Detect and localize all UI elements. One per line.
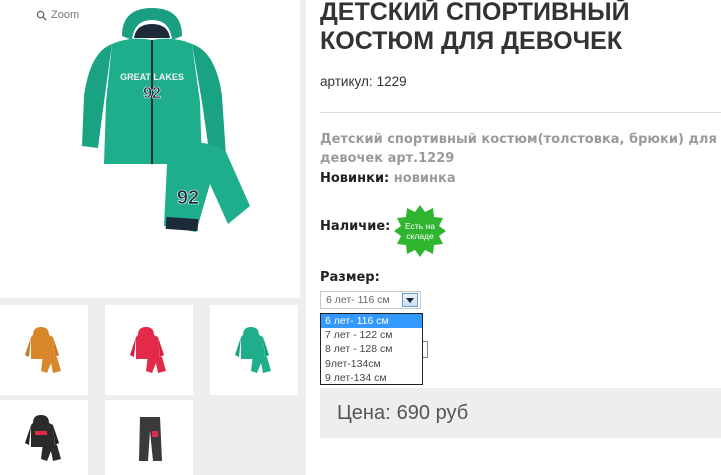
new-label: Новинки: <box>320 171 390 186</box>
size-select[interactable]: 6 лет- 116 см <box>320 291 421 309</box>
main-product-image[interactable]: Zoom GREAT LAKES 92 92 <box>0 0 300 298</box>
new-row: Новинки: новинка <box>320 171 456 186</box>
size-option[interactable]: 7 лет - 122 см <box>321 328 422 342</box>
divider <box>320 112 721 113</box>
availability-label: Наличие: <box>320 219 391 234</box>
size-option[interactable]: 6 лет- 116 см <box>321 314 422 329</box>
size-label: Размер: <box>320 270 380 285</box>
size-option[interactable]: 9 лет-134 см <box>321 371 422 385</box>
red-tracksuit-thumbnail <box>130 327 166 373</box>
sku-label: артикул: <box>320 74 373 89</box>
new-value: новинка <box>393 171 456 186</box>
price-label: Цена: <box>337 402 391 424</box>
magnifier-icon <box>36 10 47 21</box>
pants-thumbnail <box>139 416 162 461</box>
green-tracksuit-thumbnail <box>235 327 271 373</box>
price-box: Цена: 690 руб <box>320 388 721 438</box>
thumbnail-red[interactable] <box>105 305 193 395</box>
product-title: ДЕТСКИЙ СПОРТИВНЫЙ КОСТЮМ ДЛЯ ДЕВОЧЕК <box>320 0 630 55</box>
thumbnail-pants[interactable] <box>105 400 193 475</box>
black-tracksuit-thumbnail <box>25 414 61 461</box>
thumbnail-black[interactable] <box>0 400 88 475</box>
pants-print-number: 92 <box>177 187 199 209</box>
product-description: Детский спортивный костюм(толстовка, брю… <box>320 132 717 166</box>
tracksuit-image: GREAT LAKES 92 92 <box>82 8 250 232</box>
price-row: Цена: 690 руб <box>337 402 468 425</box>
chevron-down-icon <box>406 297 414 303</box>
thumbnail-green[interactable] <box>210 305 298 395</box>
size-select-value: 6 лет- 116 см <box>326 294 390 306</box>
sku-value: 1229 <box>376 74 407 89</box>
orange-tracksuit-thumbnail <box>25 327 61 373</box>
size-dropdown-list[interactable]: 6 лет- 116 см 7 лет - 122 см 8 лет - 128… <box>320 313 423 385</box>
size-option[interactable]: 8 лет - 128 см <box>321 342 422 356</box>
hoodie-print-text: GREAT LAKES <box>120 72 184 82</box>
sku-row: артикул: 1229 <box>320 74 407 89</box>
thumbnail-orange[interactable] <box>0 305 88 395</box>
in-stock-badge-text: Есть на складе <box>405 221 435 241</box>
size-select-button[interactable] <box>402 293 418 307</box>
size-option[interactable]: 9лет-134см <box>321 357 422 371</box>
hoodie-print-number: 92 <box>143 85 161 102</box>
price-value: 690 руб <box>396 402 469 424</box>
